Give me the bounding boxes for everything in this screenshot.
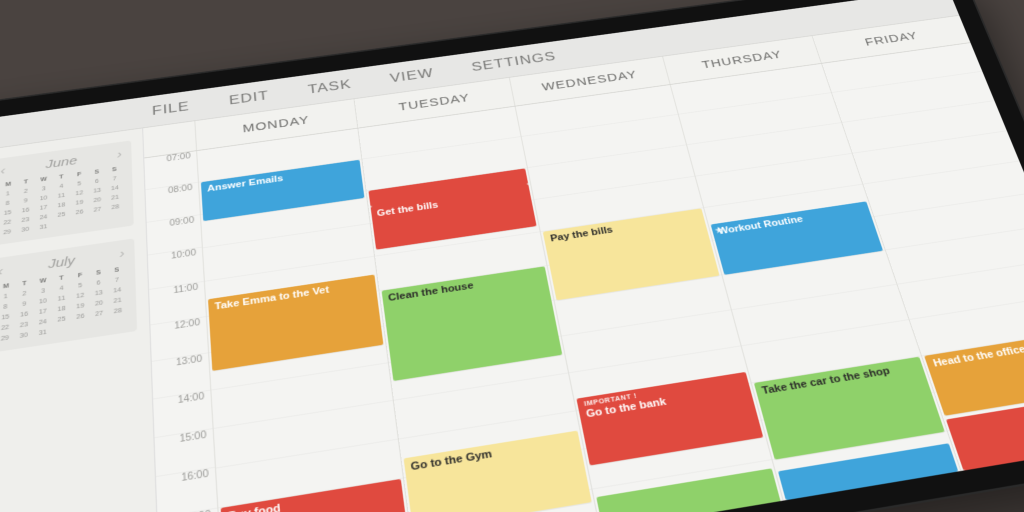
event-thu-1[interactable]: Take the car to the shop <box>754 356 946 460</box>
event-wed-0[interactable]: Pay the bills <box>543 209 719 301</box>
menu-file[interactable]: FILE <box>152 99 190 119</box>
event-label: Head to the office <box>932 343 1024 368</box>
menu-settings[interactable]: SETTINGS <box>470 49 557 75</box>
event-label: Pay the bills <box>549 225 613 244</box>
mini-calendar-july[interactable]: ‹ July › MTWTFSS123456789101112131415161… <box>0 238 137 353</box>
event-wed-1[interactable]: IMPORTANT !Go to the bank <box>577 372 763 465</box>
mini-calendar-grid: MTWTFSS123456789101112131415161718192021… <box>0 265 127 344</box>
mini-calendar-june[interactable]: ‹ June › MTWTFSS123456789101112131415161… <box>0 140 134 246</box>
event-label: Clean the house <box>388 281 475 304</box>
mini-calendar-grid: MTWTFSS123456789101112131415161718192021… <box>0 165 124 238</box>
event-label: Go to the Gym <box>410 448 493 473</box>
mini-month-label: June <box>46 154 78 171</box>
event-mon-2[interactable]: Buy food <box>221 479 408 512</box>
event-label: Take Emma to the Vet <box>214 285 329 312</box>
event-fri-0[interactable]: Head to the office <box>924 330 1024 416</box>
menu-edit[interactable]: EDIT <box>228 88 269 108</box>
tablet-frame: FILE EDIT TASK VIEW SETTINGS ‹ June › MT… <box>0 0 1024 512</box>
mini-next-icon[interactable]: › <box>119 246 124 261</box>
mini-next-icon[interactable]: › <box>117 148 122 162</box>
event-label: Workout Routine <box>717 214 804 236</box>
app-screen: FILE EDIT TASK VIEW SETTINGS ‹ June › MT… <box>0 0 1024 512</box>
mini-month-label: July <box>48 254 75 272</box>
sidebar: ‹ June › MTWTFSS123456789101112131415161… <box>0 128 161 512</box>
event-label: Buy food <box>228 503 282 512</box>
event-tue-2[interactable]: Clean the house <box>381 266 562 381</box>
event-label: Take the car to the shop <box>761 365 892 396</box>
event-label: Answer Emails <box>207 174 284 194</box>
event-mon-1[interactable]: Take Emma to the Vet <box>208 274 383 371</box>
event-wed-2[interactable] <box>597 469 783 512</box>
menu-task[interactable]: TASK <box>307 77 352 97</box>
event-tue-3[interactable]: Go to the Gym <box>403 430 592 512</box>
menu-view[interactable]: VIEW <box>389 65 435 85</box>
mini-prev-icon[interactable]: ‹ <box>0 164 5 178</box>
event-mon-0[interactable]: Answer Emails <box>201 160 364 221</box>
event-thu-0[interactable]: ★Workout Routine <box>710 201 883 275</box>
mini-prev-icon[interactable]: ‹ <box>0 264 3 279</box>
